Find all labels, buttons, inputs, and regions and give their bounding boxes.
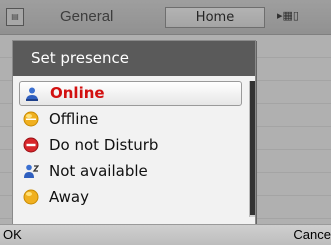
yellow-circle-icon xyxy=(23,111,39,127)
option-label: Do not Disturb xyxy=(49,136,159,154)
option-not-available[interactable]: Not available xyxy=(19,158,242,184)
option-label: Away xyxy=(49,188,89,206)
option-do-not-disturb[interactable]: Do not Disturb xyxy=(19,132,242,158)
dialog-title: Set presence xyxy=(13,41,255,76)
option-online[interactable]: Online xyxy=(19,81,242,106)
scrollbar[interactable] xyxy=(249,81,255,217)
option-label: Offline xyxy=(49,110,99,128)
option-label: Not available xyxy=(49,162,148,180)
scrollbar-thumb[interactable] xyxy=(250,81,255,215)
cancel-softkey[interactable]: Cance xyxy=(293,227,331,242)
yellow-circle-icon xyxy=(23,189,39,205)
person-unavailable-icon xyxy=(24,164,39,178)
red-no-entry-icon xyxy=(23,137,39,153)
option-label: Online xyxy=(50,84,105,102)
presence-options-list: Online Offline Do not Disturb Not availa… xyxy=(19,81,242,210)
softkey-bar: OK Cance xyxy=(0,224,331,245)
set-presence-dialog: Set presence Online Offline Do not Distu… xyxy=(12,40,256,225)
option-offline[interactable]: Offline xyxy=(19,106,242,132)
person-icon xyxy=(26,87,38,101)
ok-softkey[interactable]: OK xyxy=(3,227,22,242)
option-away[interactable]: Away xyxy=(19,184,242,210)
